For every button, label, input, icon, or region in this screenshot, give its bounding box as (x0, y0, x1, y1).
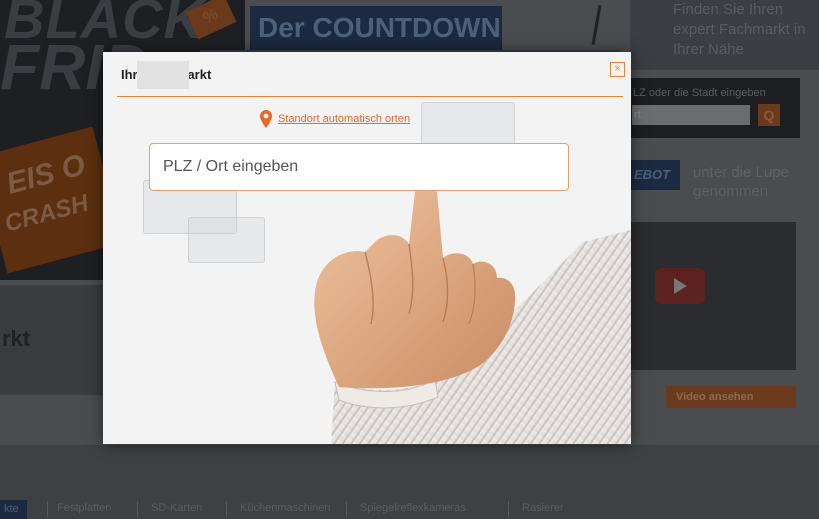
category-tab[interactable]: SD-Karten (151, 502, 202, 514)
video-thumbnail[interactable] (628, 222, 796, 370)
store-search-value: rt (634, 109, 641, 121)
video-ansehen-button[interactable]: Video ansehen (666, 386, 796, 408)
auto-locate-link[interactable]: Standort automatisch orten (260, 110, 410, 128)
decorative-square (188, 217, 265, 263)
tab-divider (346, 501, 347, 517)
tab-divider (226, 501, 227, 517)
angebot-badge: EBOT (628, 160, 680, 190)
pointer-stick-graphic (591, 5, 602, 45)
store-finder-modal: Ihr -Fachmarkt × Standort automatisch or… (103, 52, 631, 444)
category-tab[interactable]: Küchenmaschinen (240, 502, 331, 514)
tab-divider (137, 501, 138, 517)
search-icon[interactable]: Q (758, 104, 780, 126)
category-tab[interactable]: Festplatten (57, 502, 111, 514)
auto-locate-label[interactable]: Standort automatisch orten (278, 113, 410, 125)
header-divider (117, 96, 623, 97)
tab-divider (47, 501, 48, 517)
store-finder-promo-text: Finden Sie Ihren expert Fachmarkt in Ihr… (673, 1, 806, 58)
modal-header: Ihr -Fachmarkt × (103, 52, 631, 96)
tab-divider (508, 501, 509, 517)
lupe-teaser-text: unter die Lupe genommen (693, 164, 789, 200)
redacted-brand-name (137, 61, 189, 89)
play-icon (674, 278, 687, 294)
category-tab[interactable]: Rasierer (522, 502, 564, 514)
category-tabs: kte Festplatten SD-Karten Küchenmaschine… (0, 500, 819, 519)
store-search-input[interactable]: rt (632, 105, 750, 125)
plz-search-input[interactable] (149, 143, 569, 191)
category-tab[interactable]: Spiegelreflexkameras (360, 502, 466, 514)
countdown-banner[interactable]: Der COUNTDOWN (250, 6, 502, 50)
close-icon[interactable]: × (610, 62, 625, 77)
pin-icon (260, 110, 272, 128)
category-tab-active[interactable]: kte (0, 500, 27, 519)
store-search-label: LZ oder die Stadt eingeben (633, 87, 766, 99)
markt-heading: rkt (2, 326, 31, 351)
